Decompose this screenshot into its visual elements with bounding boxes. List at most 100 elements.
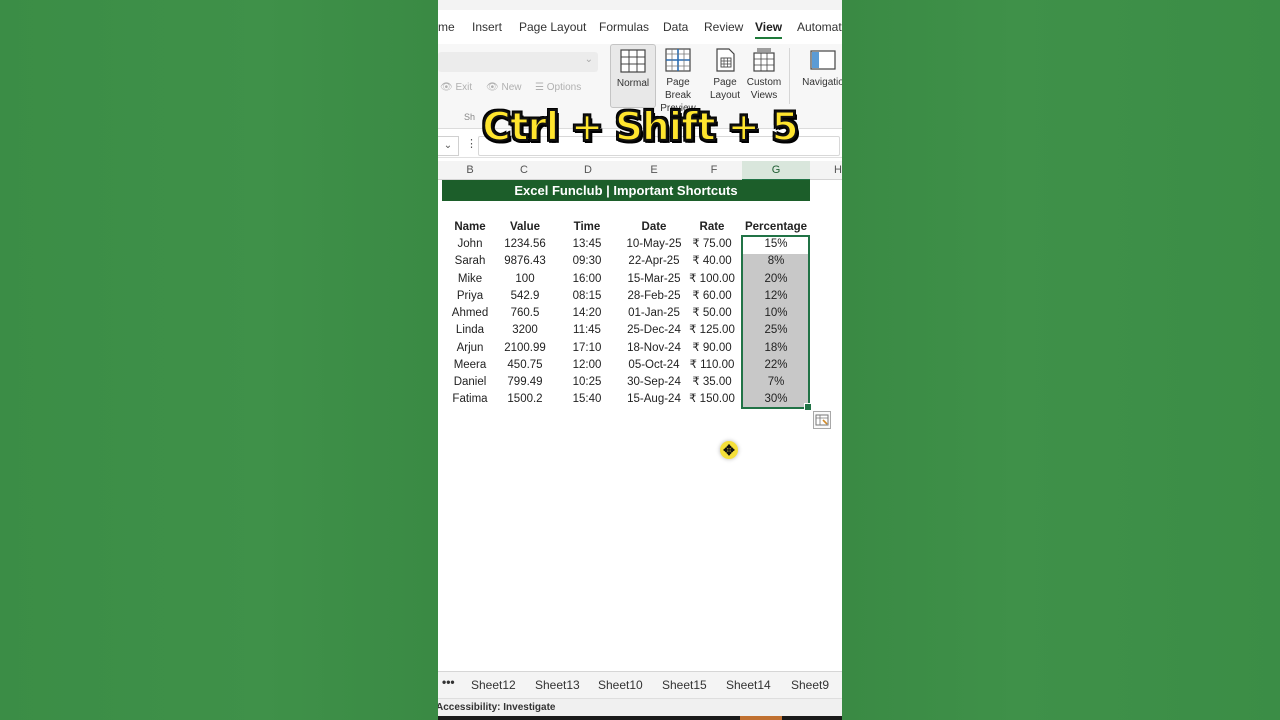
- cell-time[interactable]: 15:40: [556, 391, 618, 408]
- header-date[interactable]: Date: [614, 219, 694, 236]
- cell-rate[interactable]: ₹ 40.00: [684, 253, 740, 270]
- column-header-g[interactable]: G: [742, 161, 810, 181]
- cell-name[interactable]: Daniel: [446, 374, 494, 391]
- cell-date[interactable]: 28-Feb-25: [614, 288, 694, 305]
- cell-rate[interactable]: ₹ 35.00: [684, 374, 740, 391]
- cell-time[interactable]: 09:30: [556, 253, 618, 270]
- cell-name[interactable]: Priya: [446, 288, 494, 305]
- cell-percentage[interactable]: 30%: [742, 391, 810, 408]
- cell-value[interactable]: 760.5: [494, 305, 556, 322]
- cell-rate[interactable]: ₹ 125.00: [684, 322, 740, 339]
- cell-time[interactable]: 12:00: [556, 357, 618, 374]
- header-value[interactable]: Value: [494, 219, 556, 236]
- cell-date[interactable]: 30-Sep-24: [614, 374, 694, 391]
- tab-review[interactable]: Review: [704, 20, 743, 34]
- tab-automate[interactable]: Automate: [797, 20, 842, 34]
- tab-insert[interactable]: Insert: [472, 20, 502, 34]
- cell-percentage[interactable]: 18%: [742, 340, 810, 357]
- cell-rate[interactable]: ₹ 60.00: [684, 288, 740, 305]
- cell-percentage[interactable]: 20%: [742, 271, 810, 288]
- cell-value[interactable]: 1500.2: [494, 391, 556, 408]
- cell-rate[interactable]: ₹ 100.00: [684, 271, 740, 288]
- cell-name[interactable]: Arjun: [446, 340, 494, 357]
- cell-date[interactable]: 18-Nov-24: [614, 340, 694, 357]
- cell-name[interactable]: Mike: [446, 271, 494, 288]
- cell-value[interactable]: 450.75: [494, 357, 556, 374]
- header-name[interactable]: Name: [446, 219, 494, 236]
- cell-value[interactable]: 799.49: [494, 374, 556, 391]
- sheet-tab[interactable]: Sheet9: [791, 678, 829, 692]
- cell-name[interactable]: Fatima: [446, 391, 494, 408]
- cell-date[interactable]: 22-Apr-25: [614, 253, 694, 270]
- sheet-tabs-more-button[interactable]: •••: [442, 675, 455, 689]
- sheet-banner[interactable]: Excel Funclub | Important Shortcuts: [442, 180, 810, 201]
- cell-value[interactable]: 542.9: [494, 288, 556, 305]
- cell-rate[interactable]: ₹ 110.00: [684, 357, 740, 374]
- header-rate[interactable]: Rate: [684, 219, 740, 236]
- sheet-view-options-button[interactable]: ☰ Options: [535, 82, 581, 93]
- custom-views-button[interactable]: Custom Views: [744, 44, 784, 106]
- page-layout-view-button[interactable]: Page Layout: [704, 44, 746, 106]
- sheet-tab[interactable]: Sheet15: [662, 678, 707, 692]
- tab-view[interactable]: View: [755, 20, 783, 39]
- sheet-tab[interactable]: Sheet12: [471, 678, 516, 692]
- cell-value[interactable]: 1234.56: [494, 236, 556, 253]
- cell-time[interactable]: 10:25: [556, 374, 618, 391]
- tab-data[interactable]: Data: [663, 20, 688, 34]
- cell-name[interactable]: John: [446, 236, 494, 253]
- cell-time[interactable]: 13:45: [556, 236, 618, 253]
- cell-date[interactable]: 15-Mar-25: [614, 271, 694, 288]
- cell-date[interactable]: 15-Aug-24: [614, 391, 694, 408]
- cell-percentage[interactable]: 10%: [742, 305, 810, 322]
- cell-name[interactable]: Linda: [446, 322, 494, 339]
- header-time[interactable]: Time: [556, 219, 618, 236]
- cell-date[interactable]: 01-Jan-25: [614, 305, 694, 322]
- cell-name[interactable]: Ahmed: [446, 305, 494, 322]
- sheet-view-dropdown[interactable]: ⌄: [438, 52, 598, 72]
- header-percentage[interactable]: Percentage: [742, 219, 810, 236]
- cell-percentage[interactable]: 22%: [742, 357, 810, 374]
- exit-sheet-view-button[interactable]: 👁︎ Exit: [440, 82, 472, 93]
- accessibility-status[interactable]: Accessibility: Investigate: [438, 702, 556, 713]
- cell-percentage[interactable]: 25%: [742, 322, 810, 339]
- new-sheet-view-button[interactable]: 👁︎ New: [486, 82, 522, 93]
- cell-date[interactable]: 25-Dec-24: [614, 322, 694, 339]
- sheet-tab[interactable]: Sheet10: [598, 678, 643, 692]
- cell-rate[interactable]: ₹ 75.00: [684, 236, 740, 253]
- cell-value[interactable]: 2100.99: [494, 340, 556, 357]
- cell-value[interactable]: 3200: [494, 322, 556, 339]
- column-header-h[interactable]: H: [832, 164, 842, 176]
- column-header-b[interactable]: B: [464, 164, 476, 176]
- cell-percentage[interactable]: 15%: [742, 236, 810, 253]
- cell-percentage[interactable]: 12%: [742, 288, 810, 305]
- name-box-chevron-icon[interactable]: ⌄: [438, 136, 459, 156]
- cell-rate[interactable]: ₹ 90.00: [684, 340, 740, 357]
- navigation-button[interactable]: Navigatio: [798, 44, 842, 106]
- cell-time[interactable]: 14:20: [556, 305, 618, 322]
- cell-name[interactable]: Sarah: [446, 253, 494, 270]
- page-break-preview-button[interactable]: Page Break Preview: [652, 44, 704, 114]
- cell-time[interactable]: 16:00: [556, 271, 618, 288]
- column-header-e[interactable]: E: [648, 164, 660, 176]
- cell-rate[interactable]: ₹ 150.00: [684, 391, 740, 408]
- column-header-d[interactable]: D: [582, 164, 594, 176]
- cell-time[interactable]: 08:15: [556, 288, 618, 305]
- tab-home[interactable]: me: [438, 20, 455, 34]
- cell-percentage[interactable]: 7%: [742, 374, 810, 391]
- cell-time[interactable]: 11:45: [556, 322, 618, 339]
- cell-date[interactable]: 10-May-25: [614, 236, 694, 253]
- cell-value[interactable]: 100: [494, 271, 556, 288]
- cell-value[interactable]: 9876.43: [494, 253, 556, 270]
- cell-date[interactable]: 05-Oct-24: [614, 357, 694, 374]
- cell-percentage[interactable]: 8%: [742, 253, 810, 270]
- sheet-tab[interactable]: Sheet13: [535, 678, 580, 692]
- quick-analysis-icon[interactable]: [813, 411, 831, 429]
- tab-page-layout[interactable]: Page Layout: [519, 20, 586, 34]
- cell-time[interactable]: 17:10: [556, 340, 618, 357]
- cell-name[interactable]: Meera: [446, 357, 494, 374]
- column-header-f[interactable]: F: [708, 164, 720, 176]
- sheet-tab[interactable]: Sheet14: [726, 678, 771, 692]
- cell-rate[interactable]: ₹ 50.00: [684, 305, 740, 322]
- tab-formulas[interactable]: Formulas: [599, 20, 649, 34]
- column-header-c[interactable]: C: [518, 164, 530, 176]
